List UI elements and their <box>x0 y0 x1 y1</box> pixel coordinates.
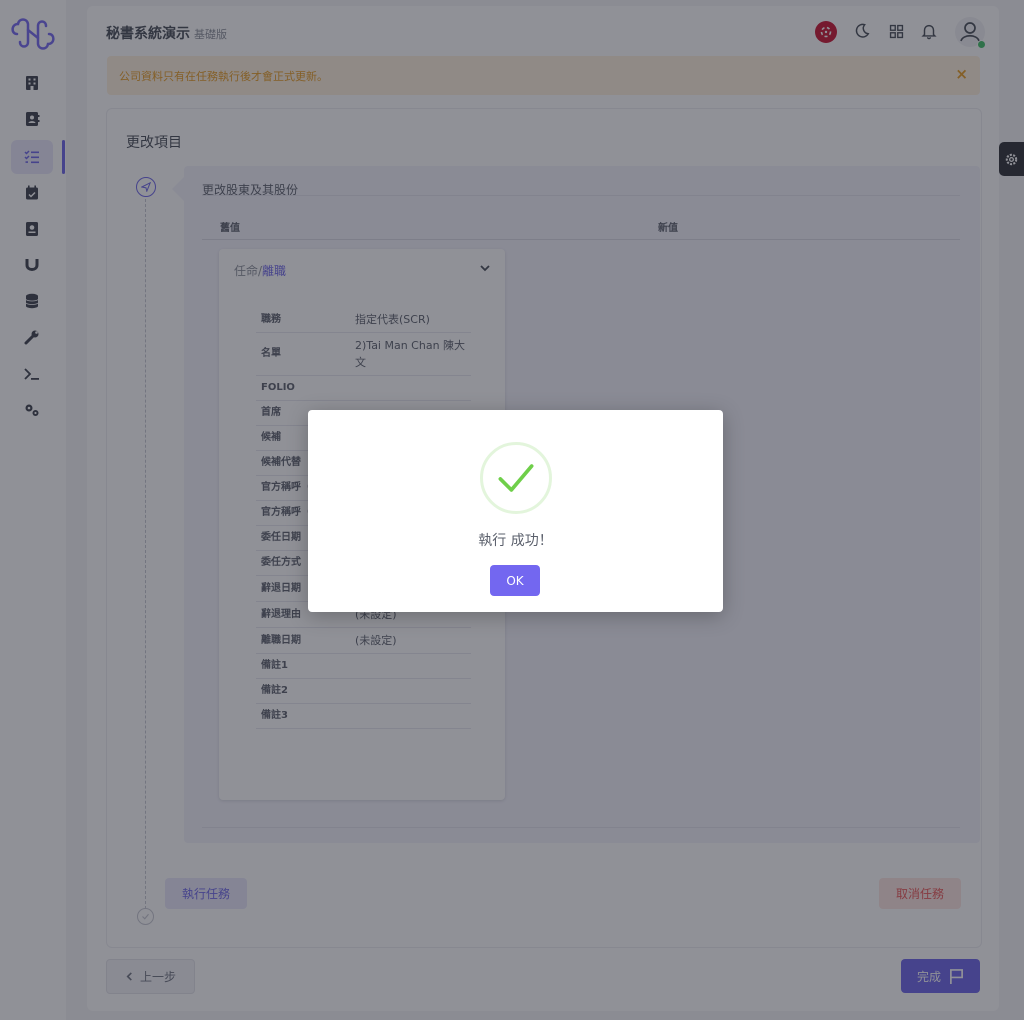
success-dialog: 執行 成功！ OK <box>308 410 723 612</box>
ok-button[interactable]: OK <box>490 565 540 596</box>
success-icon <box>480 442 552 514</box>
dialog-message: 執行 成功！ <box>478 533 553 549</box>
